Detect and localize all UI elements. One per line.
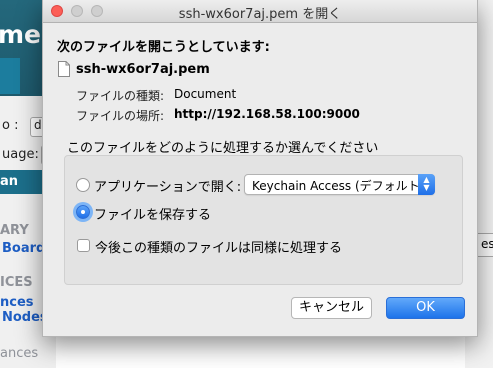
file-name: ssh-wx6or7aj.pem	[76, 62, 210, 77]
ok-button[interactable]: OK	[386, 297, 465, 319]
window-title: ssh-wx6or7aj.pem を開く	[178, 7, 342, 22]
field-label: o :	[2, 118, 19, 133]
open-with-label[interactable]: アプリケーションで開く:	[94, 176, 241, 195]
action-question: このファイルをどのように処理するか選んでください	[67, 141, 379, 156]
save-file-label[interactable]: ファイルを保存する	[94, 204, 211, 223]
file-source-value: http://192.168.58.100:9000	[174, 107, 360, 121]
language-label: uage:	[2, 147, 39, 162]
sidebar-link-nodes[interactable]: Nodes	[2, 310, 48, 325]
right-panel-button-label: es	[481, 237, 493, 251]
remember-choice-checkbox[interactable]	[77, 239, 90, 252]
sidebar-active-label: an	[0, 174, 19, 189]
site-title: me	[0, 20, 42, 49]
application-select[interactable]: Keychain Access (デフォルト) ▲ ▼	[244, 174, 435, 195]
window-titlebar[interactable]: ssh-wx6or7aj.pem を開く	[43, 0, 477, 23]
up-down-chevron-icon: ▲ ▼	[418, 174, 435, 195]
sidebar-link-instances[interactable]: nces	[0, 295, 34, 310]
file-source-label: ファイルの場所:	[76, 109, 165, 123]
open-with-radio[interactable]	[76, 178, 90, 192]
document-icon	[58, 61, 70, 77]
save-file-radio[interactable]	[76, 205, 90, 219]
sidebar-section-services: ICES	[0, 275, 33, 290]
sidebar-section-instances: ances	[0, 346, 39, 361]
site-nav-tab[interactable]	[0, 58, 20, 94]
sidebar-section-summary: ARY	[0, 223, 29, 238]
remember-choice-label[interactable]: 今後この種類のファイルは同様に処理する	[95, 237, 342, 256]
cancel-button[interactable]: キャンセル	[291, 297, 372, 319]
file-type-value: Document	[174, 87, 237, 101]
application-select-value: Keychain Access (デフォルト)	[252, 179, 425, 193]
open-file-dialog: ssh-wx6or7aj.pem を開く 次のファイルを開こうとしています: s…	[42, 0, 478, 337]
file-type-label: ファイルの種類:	[76, 89, 165, 103]
dialog-heading: 次のファイルを開こうとしています:	[57, 40, 270, 55]
sidebar-link-board[interactable]: Board	[2, 241, 45, 256]
